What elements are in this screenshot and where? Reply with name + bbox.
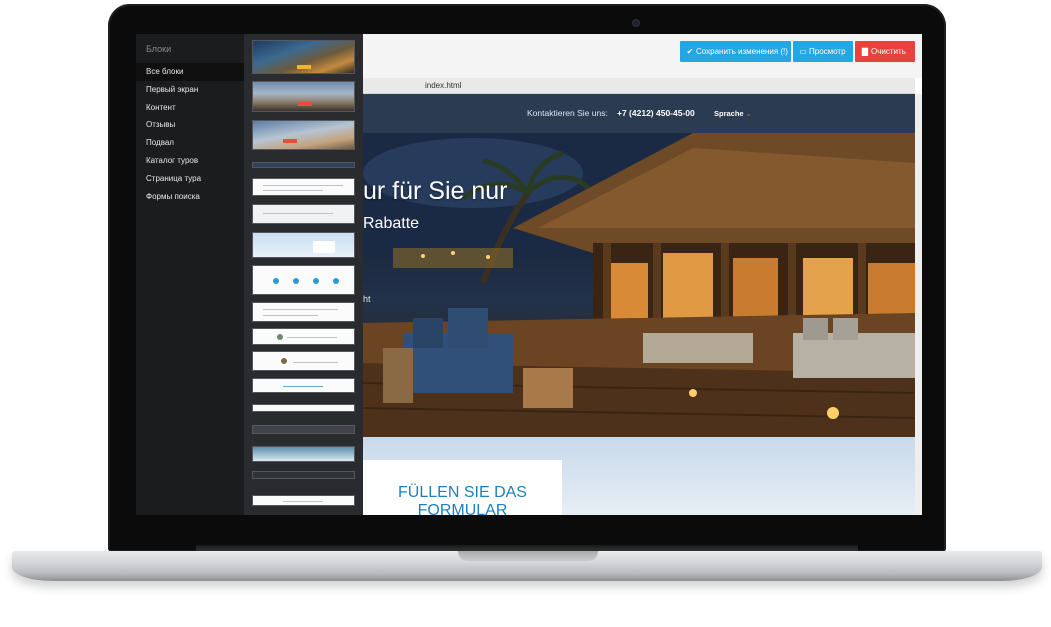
sidebar-item-search-forms[interactable]: Формы поиска — [136, 188, 244, 206]
block-thumbnail[interactable] — [252, 328, 355, 345]
preview-button[interactable]: ▭ Просмотр — [793, 41, 853, 62]
trash-icon: ▇ — [861, 47, 869, 56]
clear-button[interactable]: ▇ Очистить — [855, 41, 915, 62]
hero-section: ur für Sie nur Rabatte ht — [363, 133, 915, 437]
laptop-notch — [458, 551, 598, 561]
block-thumbnail[interactable] — [252, 495, 355, 506]
block-thumbnail[interactable] — [252, 378, 355, 393]
camera-icon — [632, 19, 640, 27]
form-section: FÜLLEN SIE DAS FORMULAR — [363, 437, 915, 515]
sidebar-item-tour-catalog[interactable]: Каталог туров — [136, 152, 244, 170]
block-thumbnail[interactable] — [252, 204, 355, 224]
block-thumbnail[interactable] — [252, 302, 355, 322]
file-tab-bar: index.html — [363, 78, 915, 94]
blocks-sidebar: Блоки Все блоки Первый экран Контент Отз… — [136, 34, 244, 515]
site-header: Kontaktieren Sie uns: +7 (4212) 450-45-0… — [363, 94, 915, 133]
sidebar-category-list: Все блоки Первый экран Контент Отзывы По… — [136, 63, 244, 205]
block-thumbnail[interactable] — [252, 120, 355, 150]
window-icon: ▭ — [799, 47, 807, 56]
language-dropdown[interactable]: Sprache ⌄ — [714, 109, 751, 118]
sidebar-item-content[interactable]: Контент — [136, 99, 244, 117]
editor-toolbar: ✔ Сохранить изменения (!) ▭ Просмотр ▇ Очис… — [363, 34, 922, 78]
sidebar-item-tour-page[interactable]: Страница тура — [136, 170, 244, 188]
block-thumbnail[interactable] — [252, 40, 355, 74]
site-preview[interactable]: Kontaktieren Sie uns: +7 (4212) 450-45-0… — [363, 94, 915, 515]
block-thumbnail[interactable] — [252, 162, 355, 168]
sidebar-item-reviews[interactable]: Отзывы — [136, 116, 244, 134]
sidebar-title: Блоки — [146, 44, 172, 54]
block-thumbnail[interactable] — [252, 265, 355, 295]
sidebar-item-first-screen[interactable]: Первый экран — [136, 81, 244, 99]
block-thumbnails-panel — [244, 34, 363, 515]
editor-scrollbar[interactable] — [915, 94, 922, 515]
hero-small-text: ht — [363, 294, 371, 304]
file-name[interactable]: index.html — [425, 81, 461, 90]
laptop-mockup: Блоки Все блоки Первый экран Контент Отз… — [0, 0, 1051, 627]
block-thumbnail[interactable] — [252, 404, 355, 412]
check-icon: ✔ — [686, 47, 694, 56]
block-thumbnail[interactable] — [252, 425, 355, 434]
block-thumbnail[interactable] — [252, 81, 355, 112]
block-thumbnail[interactable] — [252, 471, 355, 479]
block-thumbnail[interactable] — [252, 232, 355, 258]
hero-subtitle: Rabatte — [363, 215, 420, 232]
phone-number[interactable]: +7 (4212) 450-45-00 — [617, 108, 695, 118]
editor-area: ✔ Сохранить изменения (!) ▭ Просмотр ▇ Очис… — [363, 34, 922, 515]
block-thumbnail[interactable] — [252, 351, 355, 371]
sidebar-item-footer[interactable]: Подвал — [136, 134, 244, 152]
sidebar-item-all-blocks[interactable]: Все блоки — [136, 63, 244, 81]
form-title: FÜLLEN SIE DAS FORMULAR — [398, 484, 527, 515]
screen: Блоки Все блоки Первый экран Контент Отз… — [136, 34, 922, 515]
contact-label: Kontaktieren Sie uns: — [527, 108, 608, 118]
save-changes-button[interactable]: ✔ Сохранить изменения (!) — [680, 41, 791, 62]
chevron-down-icon: ⌄ — [745, 111, 752, 118]
block-thumbnail[interactable] — [252, 178, 355, 196]
form-card: FÜLLEN SIE DAS FORMULAR — [363, 460, 562, 515]
block-thumbnail[interactable] — [252, 446, 355, 462]
hero-title: ur für Sie nur — [363, 177, 508, 205]
